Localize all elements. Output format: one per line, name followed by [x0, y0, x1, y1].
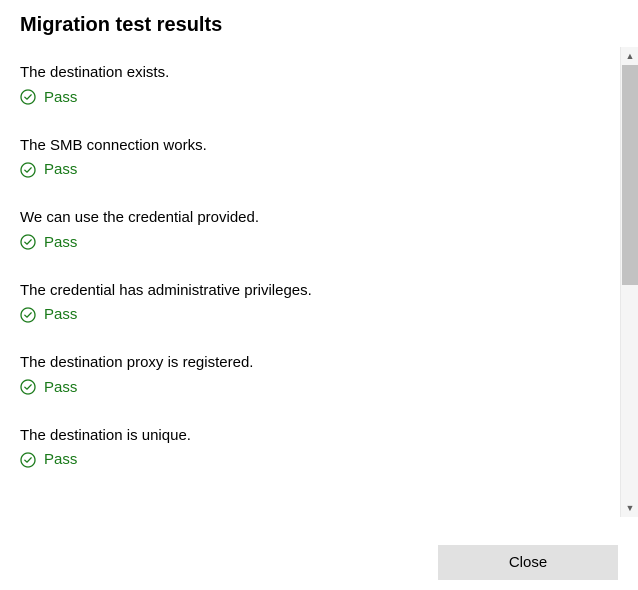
checkmark-circle-icon [20, 162, 36, 178]
content-wrapper: The destination exists. Pass The SMB con… [0, 47, 638, 517]
checkmark-circle-icon [20, 89, 36, 105]
result-item: The destination proxy is registered. Pas… [20, 353, 600, 396]
close-button[interactable]: Close [438, 545, 618, 580]
status-text: Pass [44, 234, 77, 251]
scroll-up-arrow-icon[interactable]: ▲ [621, 47, 638, 65]
result-item: The destination is unique. Pass [20, 426, 600, 469]
result-description: The destination is unique. [20, 426, 600, 446]
result-status: Pass [20, 89, 600, 106]
results-list: The destination exists. Pass The SMB con… [0, 47, 620, 517]
result-description: The SMB connection works. [20, 136, 600, 156]
status-text: Pass [44, 306, 77, 323]
result-status: Pass [20, 451, 600, 468]
status-text: Pass [44, 89, 77, 106]
result-description: The destination exists. [20, 63, 600, 83]
result-description: The destination proxy is registered. [20, 353, 600, 373]
result-status: Pass [20, 234, 600, 251]
checkmark-circle-icon [20, 234, 36, 250]
scroll-down-arrow-icon[interactable]: ▼ [621, 499, 638, 517]
dialog-footer: Close [438, 545, 618, 580]
result-item: We can use the credential provided. Pass [20, 208, 600, 251]
result-description: The credential has administrative privil… [20, 281, 600, 301]
status-text: Pass [44, 161, 77, 178]
checkmark-circle-icon [20, 452, 36, 468]
checkmark-circle-icon [20, 307, 36, 323]
result-item: The destination exists. Pass [20, 63, 600, 106]
result-status: Pass [20, 379, 600, 396]
checkmark-circle-icon [20, 379, 36, 395]
result-item: The credential has administrative privil… [20, 281, 600, 324]
scrollbar-thumb[interactable] [622, 65, 638, 285]
scrollbar[interactable]: ▲ ▼ [620, 47, 638, 517]
result-status: Pass [20, 161, 600, 178]
result-description: We can use the credential provided. [20, 208, 600, 228]
result-item: The SMB connection works. Pass [20, 136, 600, 179]
status-text: Pass [44, 379, 77, 396]
dialog-title: Migration test results [0, 0, 638, 47]
result-status: Pass [20, 306, 600, 323]
status-text: Pass [44, 451, 77, 468]
